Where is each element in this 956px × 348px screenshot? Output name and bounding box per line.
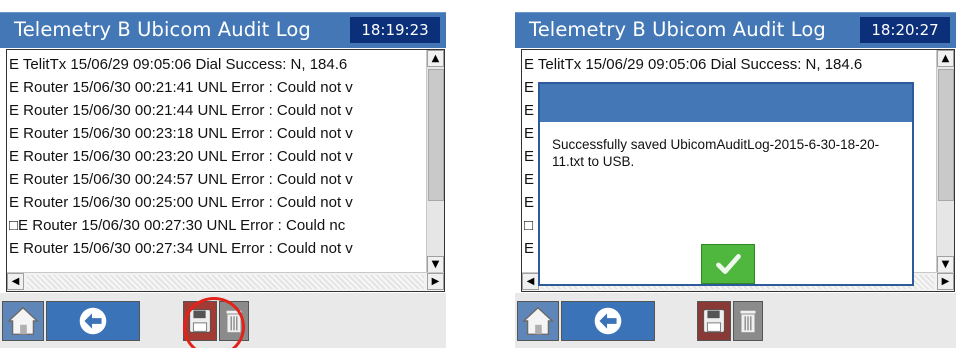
log-line[interactable]: E Router 15/06/30 00:24:57 UNL Error : C…: [9, 168, 427, 191]
log-line[interactable]: E Router 15/06/30 00:25:00 UNL Error : C…: [9, 191, 427, 214]
app-title: Telemetry B Ubicom Audit Log: [14, 18, 311, 41]
scroll-up-icon[interactable]: ▲: [427, 50, 444, 67]
scroll-right-icon[interactable]: ▶: [937, 273, 954, 290]
log-line[interactable]: E Router 15/06/30 00:23:18 UNL Error : C…: [9, 122, 427, 145]
floppy-disk-icon: [703, 309, 725, 333]
dialog-message: Successfully saved UbicomAuditLog-2015-6…: [552, 137, 880, 169]
home-icon: [6, 306, 40, 336]
scroll-down-icon[interactable]: ▼: [427, 256, 444, 273]
audit-log-screen-before: Telemetry B Ubicom Audit Log 18:19:23 E …: [0, 10, 446, 348]
scroll-thumb[interactable]: [938, 69, 954, 201]
scroll-left-icon[interactable]: ◀: [7, 273, 24, 290]
scroll-left-icon[interactable]: ◀: [522, 273, 539, 290]
audit-log-list[interactable]: E TelitTx 15/06/29 09:05:06 Dial Success…: [6, 49, 445, 292]
clock: 18:19:23: [350, 17, 440, 43]
horizontal-scrollbar[interactable]: ◀ ▶: [7, 272, 444, 291]
audit-log-screen-after: Telemetry B Ubicom Audit Log 18:20:27 E …: [515, 10, 956, 348]
scroll-down-icon[interactable]: ▼: [937, 256, 954, 273]
dialog-header: [540, 84, 912, 122]
app-title: Telemetry B Ubicom Audit Log: [529, 18, 826, 41]
clock: 18:20:27: [860, 17, 950, 43]
log-line[interactable]: E TelitTx 15/06/29 09:05:06 Dial Success…: [9, 53, 427, 76]
delete-log-button[interactable]: [733, 301, 763, 341]
horizontal-scroll-track[interactable]: [27, 275, 424, 289]
back-arrow-icon: [594, 307, 622, 335]
back-button[interactable]: [46, 301, 140, 341]
log-line[interactable]: E Router 15/06/30 00:27:34 UNL Error : C…: [9, 237, 427, 260]
title-bar: Telemetry B Ubicom Audit Log 18:20:27: [515, 12, 956, 48]
save-button-highlight-ring: [183, 297, 245, 348]
vertical-scrollbar[interactable]: ▲ ▼: [426, 50, 444, 273]
scroll-up-icon[interactable]: ▲: [937, 50, 954, 67]
scroll-thumb[interactable]: [428, 69, 444, 201]
save-to-usb-button[interactable]: [697, 301, 731, 341]
log-line[interactable]: □E Router 15/06/30 00:27:30 UNL Error : …: [9, 214, 427, 237]
scroll-right-icon[interactable]: ▶: [427, 273, 444, 290]
home-icon: [521, 306, 555, 336]
bottom-toolbar: [515, 293, 956, 348]
title-bar: Telemetry B Ubicom Audit Log 18:19:23: [0, 12, 446, 48]
checkmark-icon: [716, 254, 741, 274]
log-line[interactable]: E Router 15/06/30 00:23:20 UNL Error : C…: [9, 145, 427, 168]
trash-icon: [740, 310, 756, 333]
log-line[interactable]: E TelitTx 15/06/29 09:05:06 Dial Success…: [524, 53, 942, 76]
ok-button[interactable]: [701, 244, 755, 284]
back-arrow-icon: [79, 307, 107, 335]
log-line[interactable]: E Router 15/06/30 00:21:44 UNL Error : C…: [9, 99, 427, 122]
home-button[interactable]: [517, 301, 559, 341]
save-success-dialog: Successfully saved UbicomAuditLog-2015-6…: [538, 82, 914, 286]
home-button[interactable]: [2, 301, 44, 341]
vertical-scrollbar[interactable]: ▲ ▼: [936, 50, 954, 273]
log-line[interactable]: E Router 15/06/30 00:21:41 UNL Error : C…: [9, 76, 427, 99]
back-button[interactable]: [561, 301, 655, 341]
